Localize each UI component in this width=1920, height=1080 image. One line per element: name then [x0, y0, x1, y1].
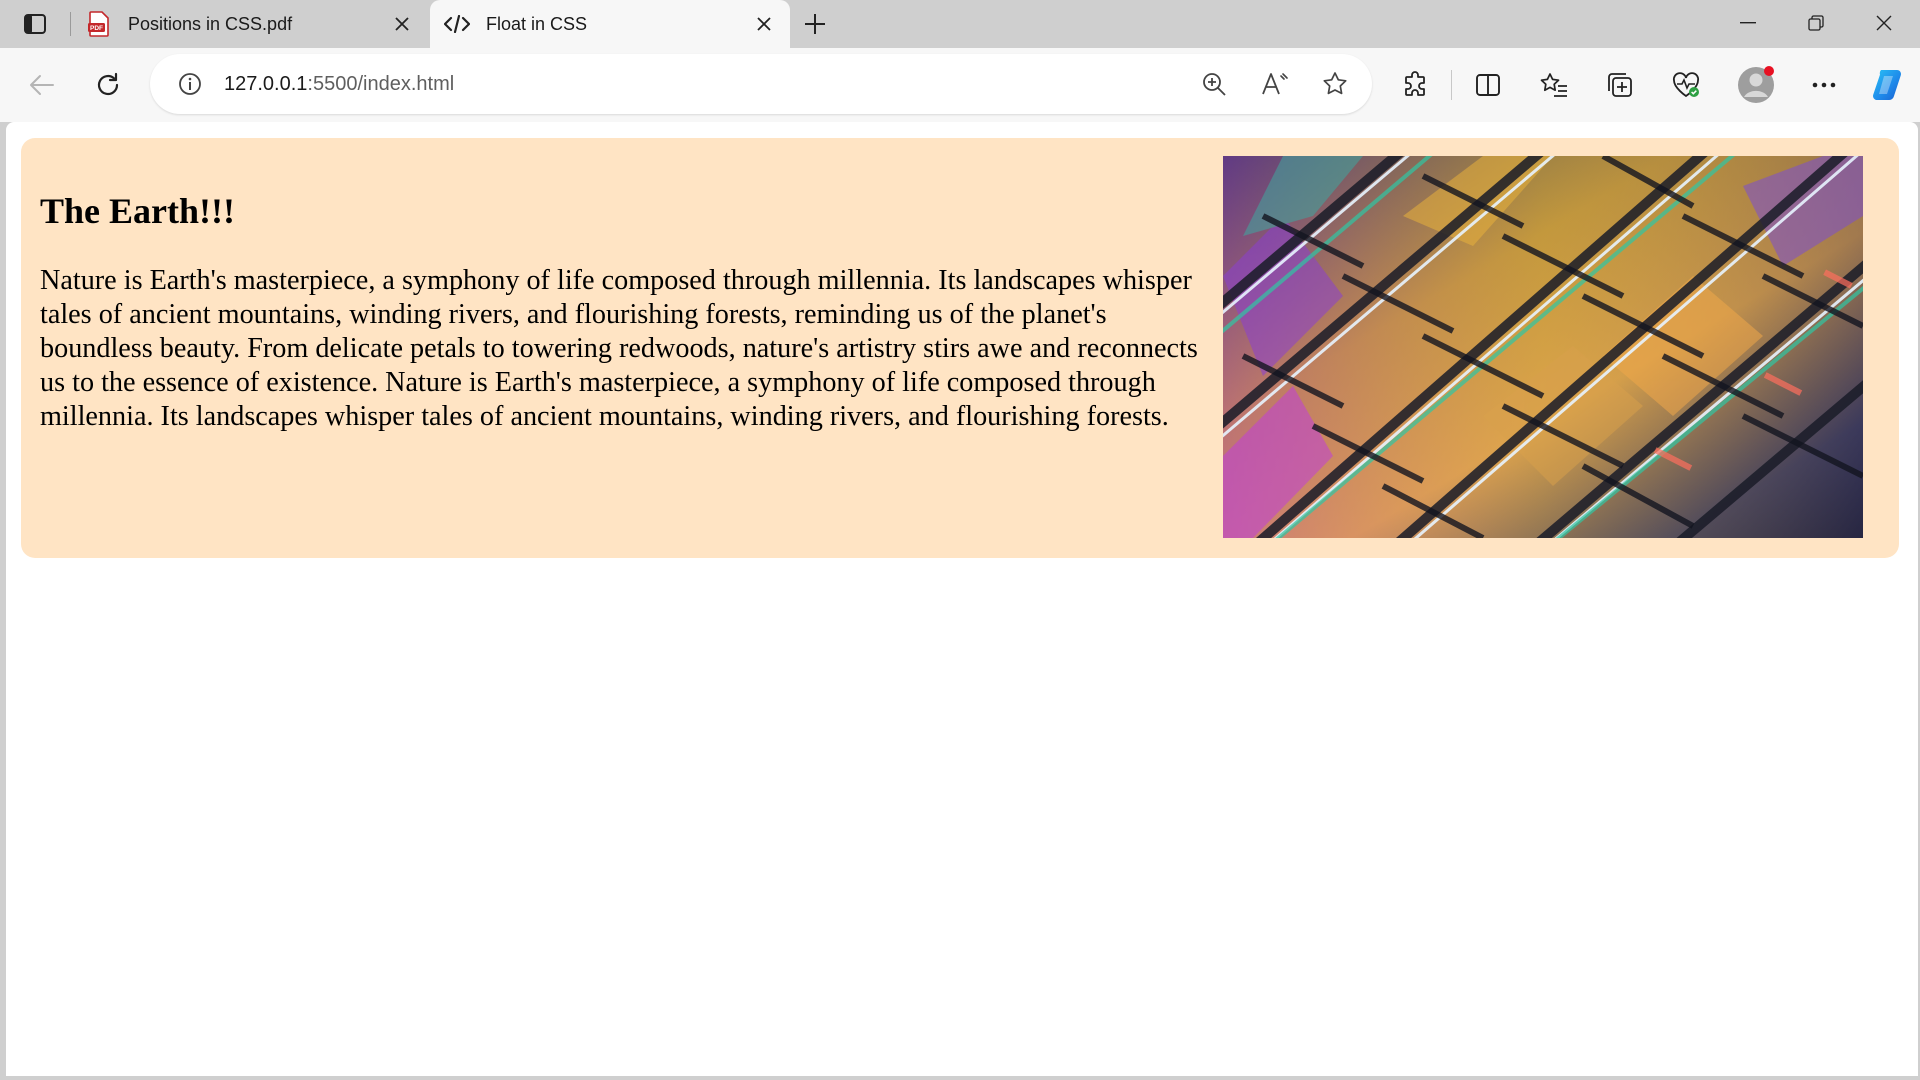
favorite-star-icon[interactable] [1315, 64, 1355, 104]
pdf-icon: PDF [86, 11, 112, 37]
tab-close-icon[interactable] [388, 10, 416, 38]
building-facade-image [1223, 156, 1863, 538]
tab-float-in-css[interactable]: Float in CSS [430, 0, 790, 48]
browser-toolbar: 127.0.0.1:5500/index.html [0, 48, 1920, 122]
window-bottom-edge [0, 1076, 1920, 1080]
tab-separator [70, 12, 71, 36]
copilot-icon[interactable] [1864, 61, 1912, 109]
code-icon [444, 11, 470, 37]
favorites-icon[interactable] [1532, 63, 1576, 107]
info-icon[interactable] [172, 66, 208, 102]
page-viewport: The Earth!!! Nature is Earth's masterpie… [6, 122, 1918, 1076]
url-path: :5500/index.html [307, 73, 455, 95]
toolbar-separator [1451, 70, 1452, 100]
tab-close-icon[interactable] [750, 10, 778, 38]
tab-title: Positions in CSS.pdf [128, 13, 293, 34]
tab-strip: PDF Positions in CSS.pdf Float in CSS [0, 0, 1920, 48]
tab-actions-icon[interactable] [14, 8, 56, 40]
collections-icon[interactable] [1598, 63, 1642, 107]
profile-avatar[interactable] [1732, 61, 1780, 109]
read-aloud-icon[interactable] [1255, 64, 1295, 104]
svg-text:PDF: PDF [90, 25, 103, 32]
split-screen-icon[interactable] [1466, 63, 1510, 107]
restore-icon[interactable] [1782, 0, 1850, 46]
content-container: The Earth!!! Nature is Earth's masterpie… [21, 138, 1899, 558]
tab-positions-pdf[interactable]: PDF Positions in CSS.pdf [72, 0, 428, 48]
minimize-icon[interactable] [1714, 0, 1782, 46]
extensions-icon[interactable] [1393, 63, 1437, 107]
browser-essentials-icon[interactable] [1664, 63, 1708, 107]
back-arrow-icon[interactable] [20, 63, 64, 107]
page-paragraph: Nature is Earth's masterpiece, a symphon… [40, 265, 1198, 432]
tab-title: Float in CSS [486, 13, 588, 34]
zoom-icon[interactable] [1194, 64, 1234, 104]
url-host: 127.0.0.1 [224, 73, 308, 95]
new-tab-icon[interactable] [798, 8, 832, 40]
page-heading: The Earth!!! [40, 191, 235, 231]
refresh-icon[interactable] [86, 63, 130, 107]
url-text[interactable]: 127.0.0.1:5500/index.html [224, 54, 454, 114]
address-bar[interactable]: 127.0.0.1:5500/index.html [150, 54, 1372, 114]
more-icon[interactable] [1802, 63, 1846, 107]
close-icon[interactable] [1850, 0, 1918, 46]
